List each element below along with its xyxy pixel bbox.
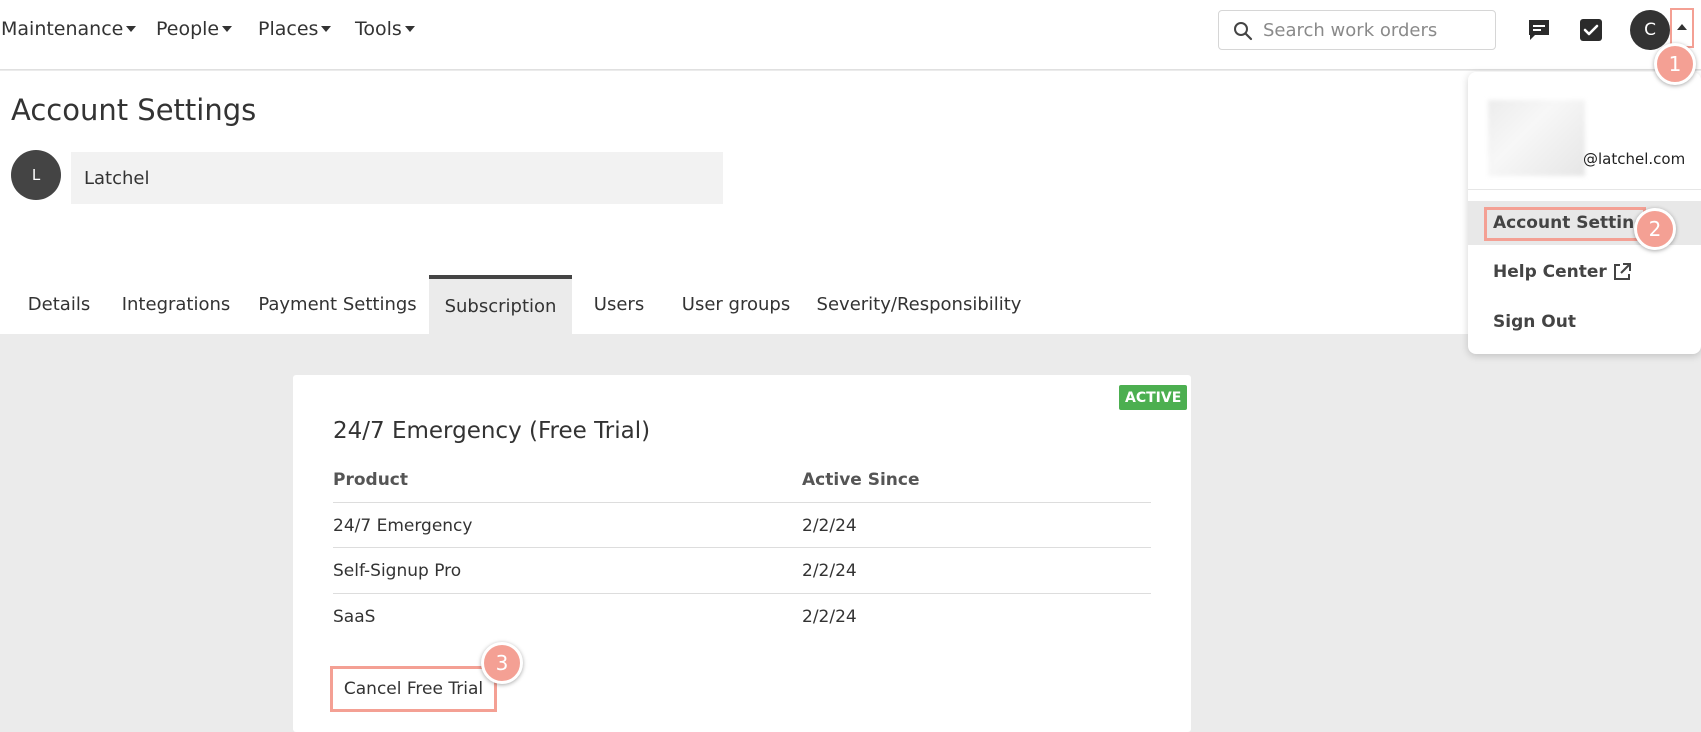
tab-label: Severity/Responsibility [816,294,1022,315]
search-input[interactable] [1263,18,1488,42]
nav-places[interactable]: Places [258,18,332,40]
tab-label: Subscription [444,296,557,317]
dropdown-item-label: Help Center [1493,262,1607,282]
table-cell-since: 2/2/24 [802,561,857,581]
column-header-product: Product [333,470,408,490]
caret-down-icon [321,26,332,32]
tasks-checkbox-icon[interactable] [1579,18,1603,42]
tab-label: Details [27,294,91,315]
nav-people[interactable]: People [156,18,233,40]
nav-maintenance[interactable]: Maintenance [1,18,137,40]
tab-users[interactable]: Users [583,275,655,334]
search-icon [1234,22,1253,41]
org-avatar: L [11,150,61,200]
org-avatar-initial: L [31,166,41,184]
tab-integrations[interactable]: Integrations [115,275,237,334]
redacted-user-info [1488,100,1585,176]
step-number: 3 [495,651,509,675]
caret-down-icon [126,26,137,32]
tab-subscription[interactable]: Subscription [429,275,572,334]
step-marker: 2 [1634,208,1676,250]
step-marker: 3 [481,642,523,684]
nav-tools[interactable]: Tools [355,18,415,40]
settings-header: Account Settings L Details Integrations … [0,71,1701,334]
table-cell-since: 2/2/24 [802,607,857,627]
tab-label: Users [593,294,645,315]
search-box[interactable] [1218,10,1496,50]
step-number: 2 [1648,217,1662,241]
top-nav: Maintenance People Places Tools C [0,0,1701,70]
nav-places-label: Places [258,18,319,40]
messages-icon[interactable] [1527,18,1551,42]
step-marker: 1 [1654,43,1696,85]
tab-label: Integrations [121,294,231,315]
tab-details[interactable]: Details [13,275,105,334]
nav-maintenance-label: Maintenance [1,18,124,40]
dropdown-item-help-center[interactable]: Help Center [1493,262,1632,282]
caret-up-icon [1677,24,1687,30]
highlight-box [1484,207,1646,241]
table-divider [333,502,1151,503]
external-link-icon [1613,263,1631,280]
nav-tools-label: Tools [355,18,402,40]
table-divider [333,547,1151,548]
nav-people-label: People [156,18,220,40]
table-cell-product: 24/7 Emergency [333,516,473,536]
dropdown-item-label: Sign Out [1493,312,1576,332]
table-divider [333,593,1151,594]
user-email: @latchel.com [1583,150,1686,168]
caret-down-icon [404,26,415,32]
user-avatar-initial: C [1644,20,1656,40]
dropdown-divider [1468,189,1701,190]
step-number: 1 [1668,52,1682,76]
column-header-active-since: Active Since [802,470,920,490]
page-title: Account Settings [11,93,257,127]
status-badge: ACTIVE [1119,385,1188,410]
cancel-free-trial-button[interactable]: Cancel Free Trial [330,666,497,712]
tab-severity-responsibility[interactable]: Severity/Responsibility [816,275,1022,334]
tab-label: Payment Settings [258,294,417,315]
table-cell-since: 2/2/24 [802,516,857,536]
account-menu-toggle[interactable] [1670,8,1694,48]
user-avatar[interactable]: C [1630,10,1670,50]
table-cell-product: Self-Signup Pro [333,561,462,581]
tab-label: User groups [681,294,791,315]
subscription-title: 24/7 Emergency (Free Trial) [333,418,651,444]
dropdown-item-sign-out[interactable]: Sign Out [1493,312,1576,332]
tab-payment-settings[interactable]: Payment Settings [250,275,425,334]
table-cell-product: SaaS [333,607,376,627]
tab-user-groups[interactable]: User groups [672,275,800,334]
org-name-field[interactable] [71,152,723,204]
caret-down-icon [222,26,233,32]
